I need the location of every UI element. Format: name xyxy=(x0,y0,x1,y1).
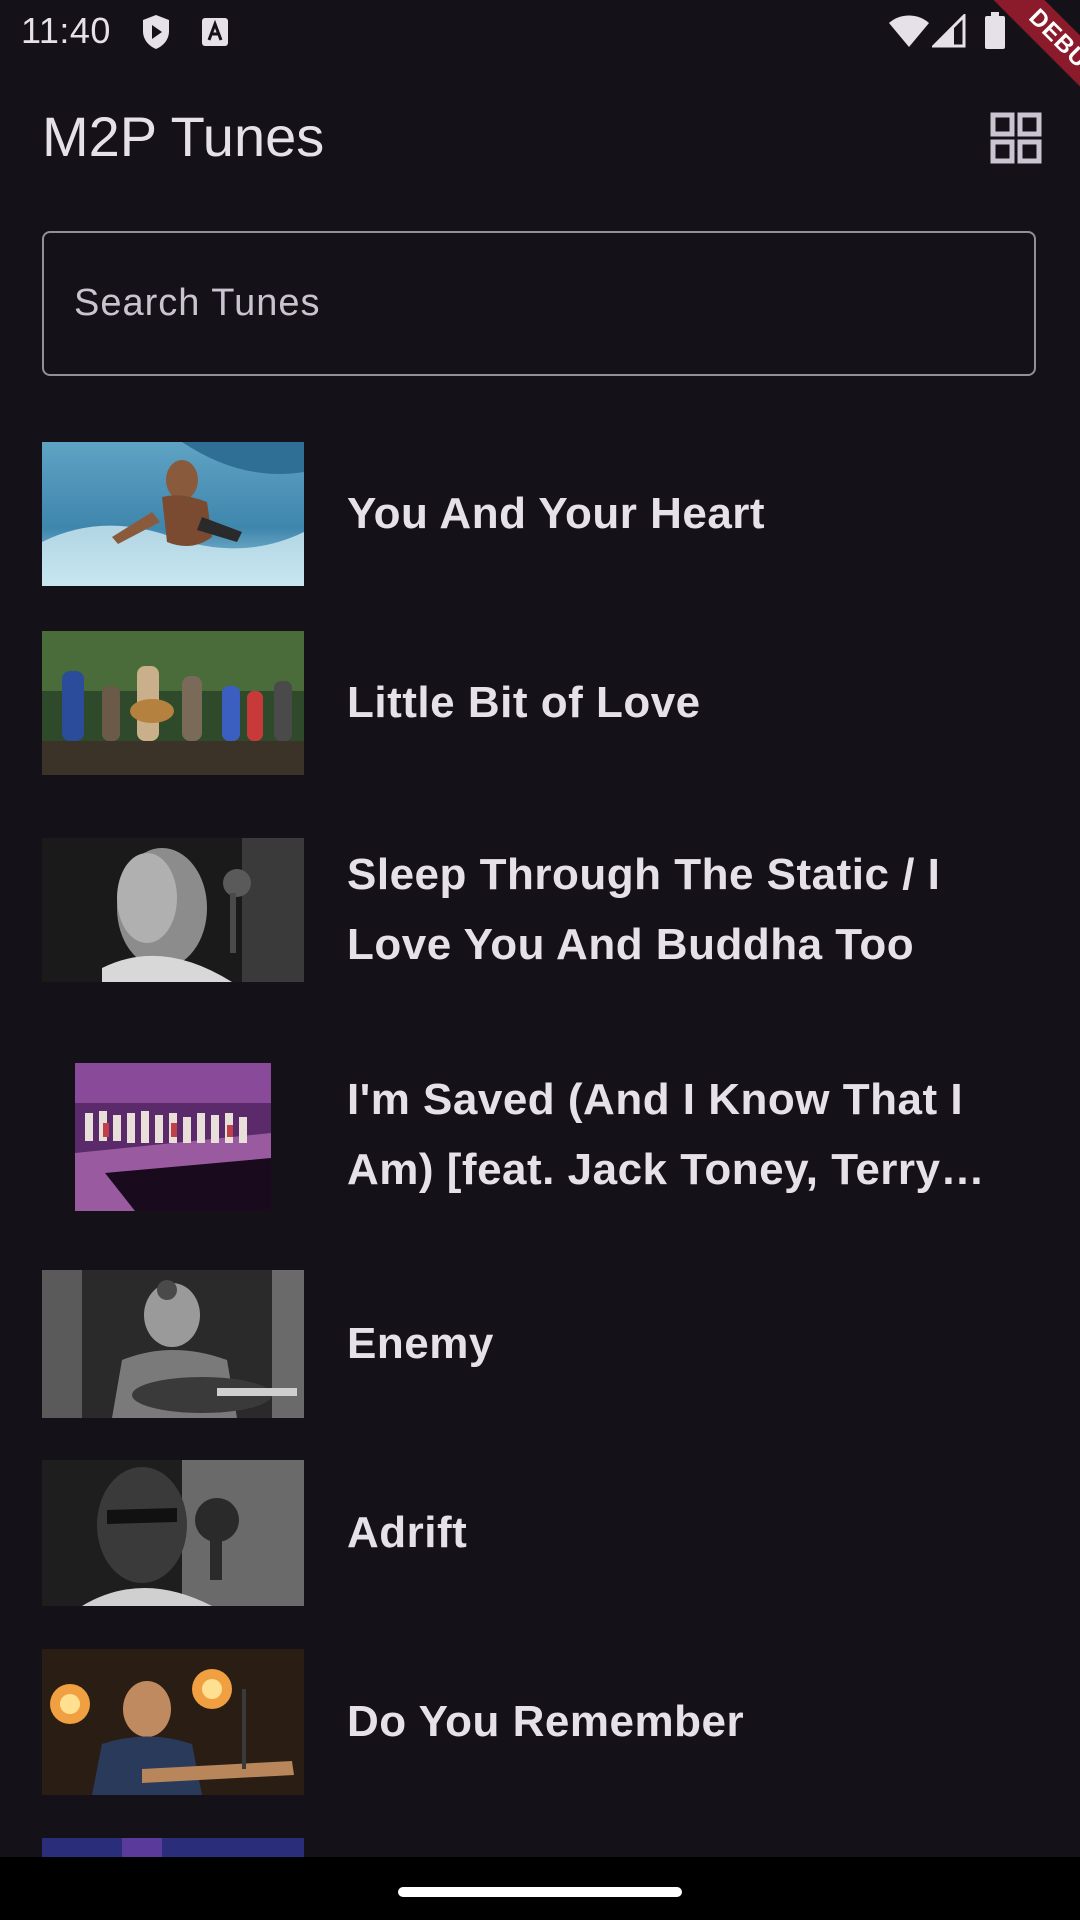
list-item[interactable]: I'm Saved (And I Know That I Am) [feat. … xyxy=(0,1063,1080,1211)
battery-icon xyxy=(984,12,1006,55)
tune-thumbnail xyxy=(42,442,304,586)
play-protect-icon xyxy=(141,14,171,55)
tune-thumbnail xyxy=(75,1063,271,1211)
tune-list[interactable]: You And Your Heart Little Bit of Love Sl… xyxy=(0,420,1080,1857)
tune-thumbnail xyxy=(42,1838,304,1857)
signal-icon xyxy=(930,12,966,53)
tune-title: You And Your Heart xyxy=(347,479,1017,549)
list-item[interactable]: Little Bit of Love xyxy=(0,631,1080,775)
tune-title: Little Bit of Love xyxy=(347,668,1017,738)
tune-thumbnail xyxy=(42,631,304,775)
home-gesture-handle[interactable] xyxy=(398,1887,682,1897)
tune-thumbnail xyxy=(42,1649,304,1795)
tune-title-line: I'm Saved (And I Know That I xyxy=(347,1075,964,1124)
page-title: M2P Tunes xyxy=(42,105,325,168)
tune-title-line: Little Bit of Love xyxy=(347,678,701,727)
list-item[interactable]: Do You Remember xyxy=(0,1649,1080,1795)
list-item[interactable]: Enemy xyxy=(0,1270,1080,1418)
tune-title-line: Love You And Buddha Too xyxy=(347,920,915,969)
tune-thumbnail xyxy=(42,1460,304,1606)
grid-view-icon xyxy=(990,112,1042,164)
tune-title: I'm Saved (And I Know That I Am) [feat. … xyxy=(347,1065,1017,1205)
search-input[interactable] xyxy=(74,233,994,374)
list-item[interactable]: Sleep Through The Static / I Love You An… xyxy=(0,838,1080,982)
tune-title: Enemy xyxy=(347,1309,1017,1379)
tune-title: Sleep Through The Static / I Love You An… xyxy=(347,840,1017,980)
status-bar: 11:40 xyxy=(0,0,1080,64)
tune-title-line: Adrift xyxy=(347,1508,468,1557)
tune-title-line: Do You Remember xyxy=(347,1697,745,1746)
status-time: 11:40 xyxy=(21,10,111,51)
list-item[interactable]: Adrift xyxy=(0,1460,1080,1606)
search-field[interactable] xyxy=(42,231,1036,376)
tune-thumbnail xyxy=(42,838,304,982)
a11y-icon xyxy=(200,16,230,53)
system-nav-bar xyxy=(0,1857,1080,1920)
tune-title-line: Enemy xyxy=(347,1319,494,1368)
tune-title-line: Am) [feat. Jack Toney, Terry… xyxy=(347,1145,986,1194)
tune-title-line: You And Your Heart xyxy=(347,489,766,538)
tune-title: Adrift xyxy=(347,1498,1017,1568)
tune-title-line: Sleep Through The Static / I xyxy=(347,850,941,899)
list-item[interactable] xyxy=(0,1838,1080,1857)
list-item[interactable]: You And Your Heart xyxy=(0,442,1080,586)
tune-title: Do You Remember xyxy=(347,1687,1017,1757)
grid-view-button[interactable] xyxy=(990,112,1042,164)
wifi-icon xyxy=(888,14,930,53)
tune-thumbnail xyxy=(42,1270,304,1418)
